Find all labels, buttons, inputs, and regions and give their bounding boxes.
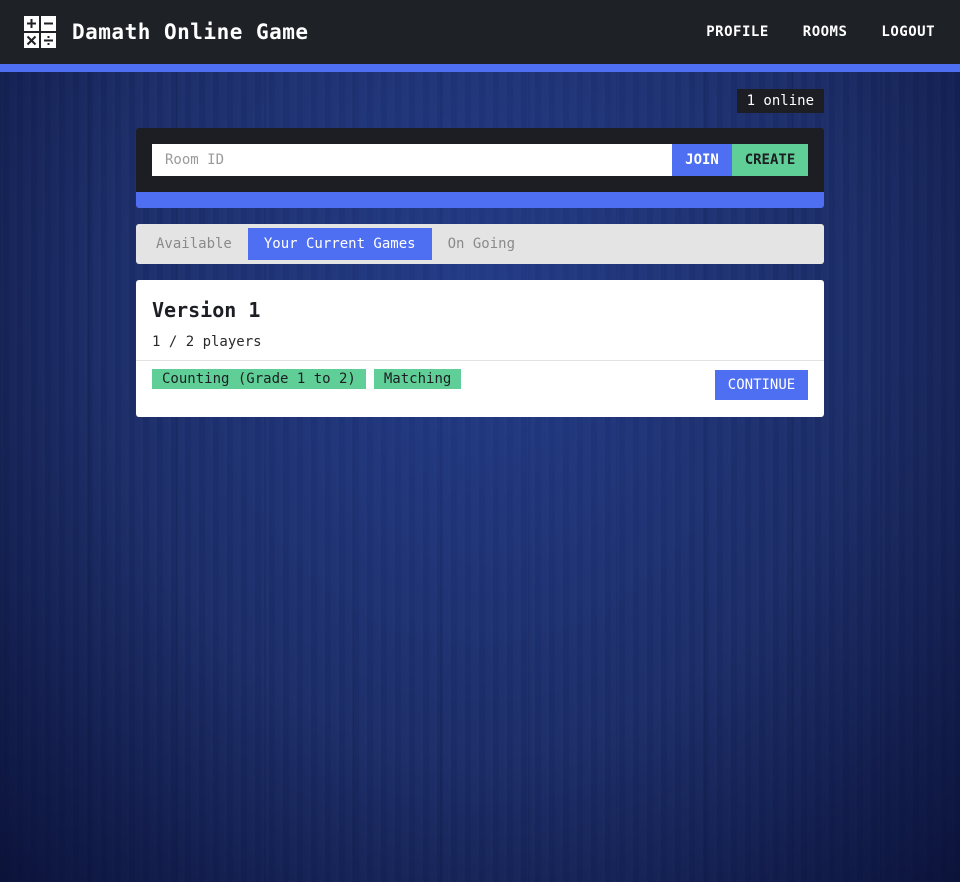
room-tabs: Available Your Current Games On Going	[136, 224, 824, 264]
tab-on-going[interactable]: On Going	[432, 228, 531, 260]
navbar: Damath Online Game PROFILE ROOMS LOGOUT	[0, 0, 960, 64]
tab-your-current-games[interactable]: Your Current Games	[247, 228, 432, 260]
player-count: 1 / 2 players	[152, 334, 262, 350]
join-button[interactable]: JOIN	[672, 144, 732, 176]
navbar-accent-bar	[0, 64, 960, 72]
game-tag: Counting (Grade 1 to 2)	[152, 369, 366, 389]
nav-profile-link[interactable]: PROFILE	[706, 24, 769, 40]
create-button[interactable]: CREATE	[732, 144, 808, 176]
room-id-input[interactable]	[152, 144, 672, 176]
nav-logout-link[interactable]: LOGOUT	[881, 24, 935, 40]
join-room-panel: JOIN CREATE	[136, 128, 824, 208]
tab-available[interactable]: Available	[140, 228, 248, 260]
app-title: Damath Online Game	[72, 20, 309, 44]
game-tags: Counting (Grade 1 to 2) Matching	[152, 369, 469, 389]
join-form: JOIN CREATE	[152, 144, 808, 176]
game-tag: Matching	[373, 369, 462, 389]
card-divider	[136, 360, 824, 361]
continue-button[interactable]: CONTINUE	[715, 370, 808, 400]
math-operators-icon	[24, 16, 56, 48]
game-title: Version 1	[152, 298, 261, 322]
game-card: Version 1 1 / 2 players Counting (Grade …	[136, 280, 824, 417]
brand[interactable]: Damath Online Game	[24, 16, 309, 48]
nav-links: PROFILE ROOMS LOGOUT	[672, 0, 935, 64]
panel-accent-bar	[136, 192, 824, 208]
online-status: 1 online	[736, 89, 824, 113]
nav-rooms-link[interactable]: ROOMS	[803, 24, 848, 40]
online-count-badge: 1 online	[736, 89, 824, 113]
